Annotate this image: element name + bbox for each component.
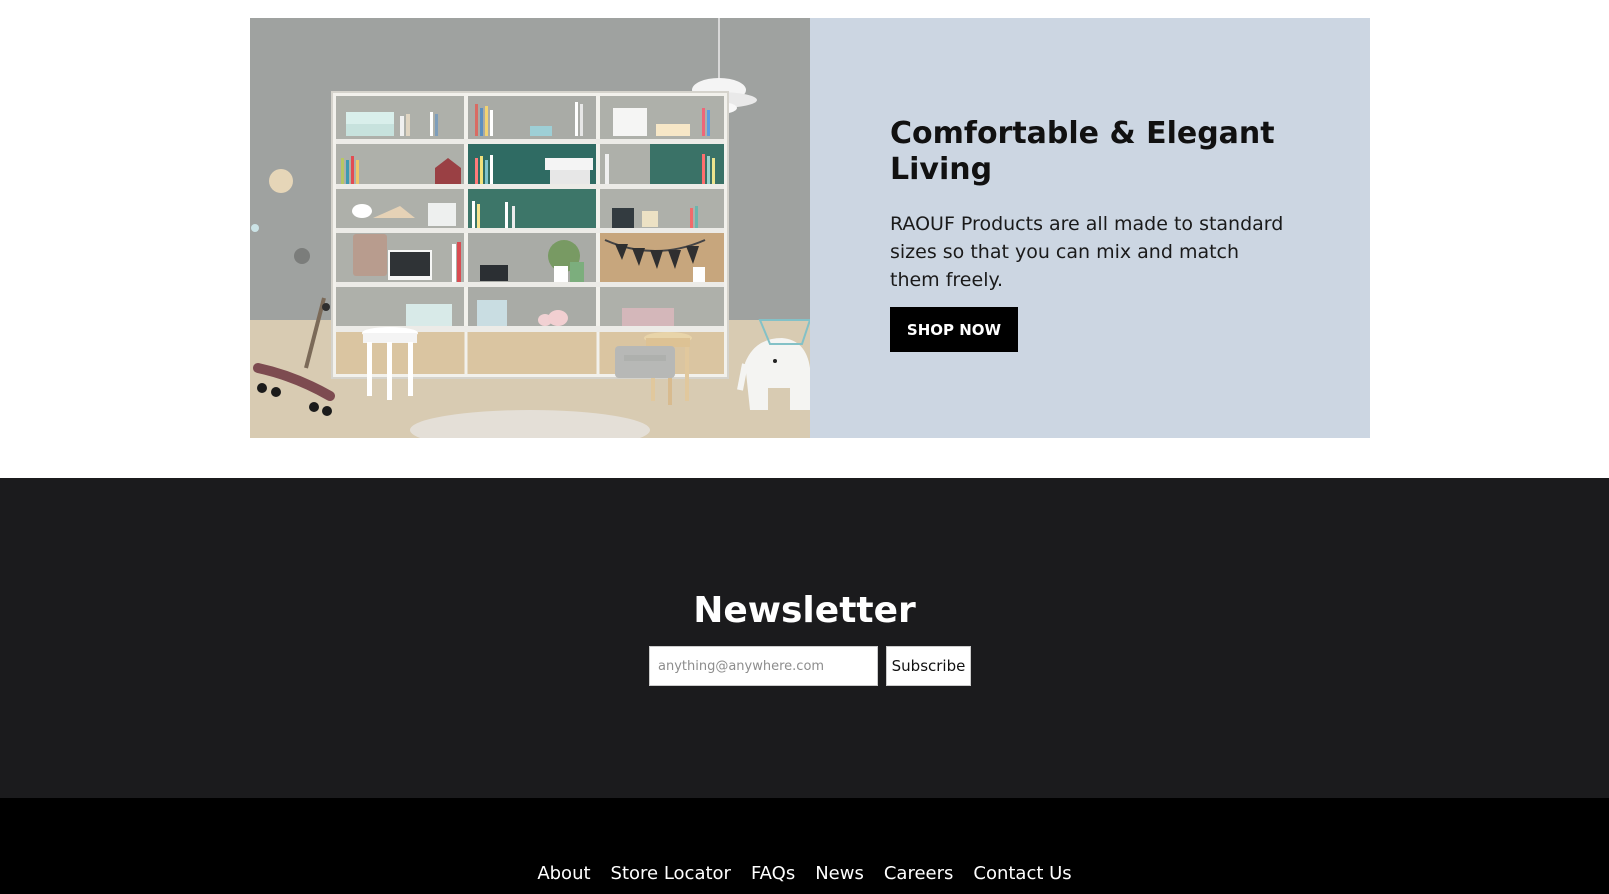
newsletter-section: Newsletter Subscribe [0,478,1609,798]
subscribe-button[interactable]: Subscribe [886,646,971,686]
footer-link-faqs[interactable]: FAQs [751,862,795,886]
promo-title: Comfortable & Elegant Living [890,116,1275,187]
bookshelf-room-illustration [250,18,810,438]
footer-link-about[interactable]: About [537,862,590,886]
footer-link-contact-us[interactable]: Contact Us [973,862,1071,886]
promo-description: RAOUF Products are all made to standard … [890,213,1284,291]
email-input[interactable] [649,646,878,686]
footer-link-news[interactable]: News [815,862,864,886]
footer-link-careers[interactable]: Careers [884,862,954,886]
promo-banner: Comfortable & Elegant Living RAOUF Produ… [250,18,1370,438]
promo-content-panel: Comfortable & Elegant Living RAOUF Produ… [810,18,1370,438]
site-footer: About Store Locator FAQs News Careers Co… [0,798,1609,894]
footer-link-store-locator[interactable]: Store Locator [611,862,731,886]
newsletter-title: Newsletter [693,590,916,631]
newsletter-form: Subscribe [649,646,971,686]
shop-now-button[interactable]: SHOP NOW [890,307,1018,352]
bookshelf-room-image [250,18,810,438]
footer-navigation: About Store Locator FAQs News Careers Co… [0,862,1609,886]
